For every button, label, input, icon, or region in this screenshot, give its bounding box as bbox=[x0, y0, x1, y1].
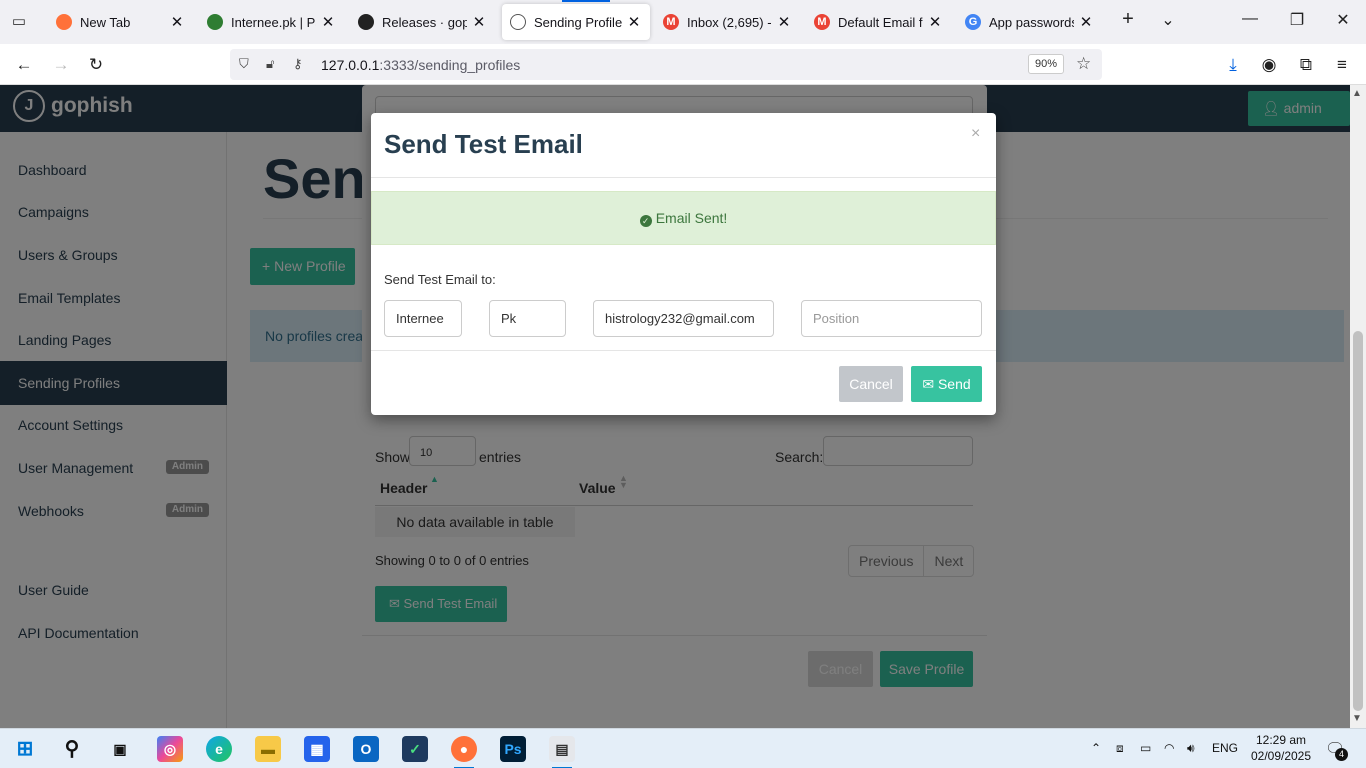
page-scrollbar[interactable]: ▲ ▼ bbox=[1350, 85, 1366, 728]
store-icon[interactable]: ▦ bbox=[304, 736, 330, 762]
gophish-icon bbox=[510, 14, 526, 30]
downloads-icon[interactable]: ⤓ bbox=[1222, 54, 1244, 76]
new-tab-plus-icon[interactable]: + bbox=[1116, 8, 1140, 31]
windows-start-icon[interactable]: ⊞ bbox=[12, 736, 38, 762]
back-arrow-icon[interactable]: ← bbox=[13, 54, 35, 76]
account-icon[interactable]: ◉ bbox=[1258, 54, 1280, 76]
app-window-icon[interactable]: ▤ bbox=[549, 736, 575, 768]
gmail-icon: M bbox=[814, 14, 830, 30]
battery-icon[interactable]: ▭ bbox=[1140, 741, 1151, 755]
tab-label: Inbox (2,695) - am bbox=[687, 14, 772, 30]
security-app-icon[interactable]: ✓ bbox=[402, 736, 428, 762]
success-alert: ✓ Email Sent! bbox=[371, 191, 996, 245]
address-bar[interactable]: ⛉ 🔓︎ ⚷ 127.0.0.1:3333/sending_profiles 9… bbox=[230, 49, 1102, 80]
close-icon[interactable]: × bbox=[971, 125, 980, 143]
dialog-footer-rule bbox=[371, 350, 996, 351]
clock-date[interactable]: 02/09/2025 bbox=[1248, 749, 1314, 763]
scroll-down-icon[interactable]: ▼ bbox=[1352, 713, 1362, 724]
first-name-input[interactable]: Internee bbox=[384, 300, 462, 337]
firefox-icon[interactable]: ● bbox=[451, 736, 477, 768]
position-input[interactable]: Position bbox=[801, 300, 982, 337]
envelope-icon: ✉ bbox=[922, 376, 938, 392]
internee-icon bbox=[207, 14, 223, 30]
search-icon[interactable]: ⚲ bbox=[59, 736, 85, 762]
notification-count: 4 bbox=[1335, 748, 1348, 761]
tab-default-email[interactable]: M Default Email fron ✕ bbox=[806, 4, 951, 40]
send-button[interactable]: ✉ Send bbox=[911, 366, 982, 402]
url-host: 127.0.0.1 bbox=[321, 57, 380, 73]
chevron-down-icon[interactable]: ⌄ bbox=[1156, 10, 1180, 30]
zoom-level-badge[interactable]: 90% bbox=[1028, 54, 1065, 74]
lock-icon[interactable]: 🔓︎ bbox=[266, 56, 274, 72]
wifi-icon[interactable]: ◠ bbox=[1164, 741, 1174, 755]
display-icon[interactable]: ⧈ bbox=[1116, 741, 1124, 756]
email-input[interactable]: histrology232@gmail.com bbox=[593, 300, 774, 337]
close-icon[interactable]: ✕ bbox=[776, 13, 792, 31]
close-icon[interactable]: ✕ bbox=[471, 13, 487, 31]
dialog-header-rule bbox=[371, 177, 996, 178]
forward-arrow-icon[interactable]: → bbox=[50, 54, 72, 76]
recipient-label: Send Test Email to: bbox=[384, 272, 496, 287]
tab-internee[interactable]: Internee.pk | Pakis ✕ bbox=[199, 4, 344, 40]
restore-icon[interactable]: ❐ bbox=[1285, 10, 1309, 30]
minimize-icon[interactable]: — bbox=[1238, 10, 1262, 28]
gophish-page: J gophish 👤︎ admin Dashboard Campaigns U… bbox=[0, 85, 1350, 728]
browser-tab-bar: ▭ New Tab ✕ Internee.pk | Pakis ✕ Releas… bbox=[0, 0, 1366, 44]
tab-sending-profiles[interactable]: Sending Profiles - ✕ bbox=[502, 0, 650, 40]
key-icon[interactable]: ⚷ bbox=[293, 56, 303, 72]
github-icon bbox=[358, 14, 374, 30]
tab-label: New Tab bbox=[80, 14, 131, 30]
close-icon[interactable]: ✕ bbox=[927, 13, 943, 31]
copilot-icon[interactable]: ◎ bbox=[157, 736, 183, 762]
tab-label: Internee.pk | Pakis bbox=[231, 14, 316, 30]
tab-list-icon[interactable]: ▭ bbox=[8, 11, 30, 33]
menu-hamburger-icon[interactable]: ≡ bbox=[1331, 54, 1353, 76]
scroll-up-icon[interactable]: ▲ bbox=[1352, 88, 1362, 99]
button-label: Send bbox=[937, 376, 971, 392]
file-explorer-icon[interactable]: ▬ bbox=[255, 736, 281, 762]
edge-icon[interactable]: e bbox=[206, 736, 232, 762]
shield-icon[interactable]: ⛉ bbox=[239, 56, 249, 72]
language-indicator[interactable]: ENG bbox=[1212, 741, 1238, 755]
window-close-icon[interactable]: ✕ bbox=[1331, 10, 1355, 30]
check-circle-icon: ✓ bbox=[639, 215, 652, 227]
url-text[interactable]: 127.0.0.1:3333/sending_profiles bbox=[321, 57, 520, 73]
tab-gmail-inbox[interactable]: M Inbox (2,695) - am ✕ bbox=[655, 4, 800, 40]
chevron-up-icon[interactable]: ⌃ bbox=[1091, 741, 1101, 755]
extensions-icon[interactable]: ⧉ bbox=[1295, 54, 1317, 76]
scroll-thumb[interactable] bbox=[1353, 331, 1363, 711]
google-icon: G bbox=[965, 14, 981, 30]
dialog-title: Send Test Email bbox=[384, 129, 583, 159]
tab-new-tab[interactable]: New Tab ✕ bbox=[48, 4, 193, 40]
tab-github-releases[interactable]: Releases · gophish ✕ bbox=[350, 4, 495, 40]
close-icon[interactable]: ✕ bbox=[169, 13, 185, 31]
last-name-input[interactable]: Pk bbox=[489, 300, 566, 337]
windows-taskbar: ⊞ ⚲ ▣ ◎ e ▬ ▦ O ✓ ● Ps ▤ ⌃ ⧈ ▭ ◠ 🔊︎ ENG … bbox=[0, 728, 1366, 768]
outlook-icon[interactable]: O bbox=[353, 736, 379, 762]
photoshop-icon[interactable]: Ps bbox=[500, 736, 526, 762]
bookmark-star-icon[interactable]: ☆ bbox=[1076, 54, 1091, 74]
reload-icon[interactable]: ↻ bbox=[85, 54, 107, 76]
browser-nav-bar: ← → ↻ ⛉ 🔓︎ ⚷ 127.0.0.1:3333/sending_prof… bbox=[0, 44, 1366, 85]
url-path: :3333/sending_profiles bbox=[379, 57, 521, 73]
close-icon[interactable]: ✕ bbox=[626, 13, 642, 31]
task-view-icon[interactable]: ▣ bbox=[107, 736, 133, 762]
volume-icon[interactable]: 🔊︎ bbox=[1187, 741, 1195, 756]
clock-time[interactable]: 12:29 am bbox=[1248, 733, 1314, 747]
tab-label: Releases · gophish bbox=[382, 14, 467, 30]
firefox-icon bbox=[56, 14, 72, 30]
send-test-email-dialog: Send Test Email × ✓ Email Sent! Send Test… bbox=[371, 113, 996, 415]
tab-label: Sending Profiles - bbox=[534, 14, 622, 30]
cancel-button[interactable]: Cancel bbox=[839, 366, 903, 402]
close-icon[interactable]: ✕ bbox=[1078, 13, 1094, 31]
tab-label: App passwords bbox=[989, 14, 1074, 30]
tab-label: Default Email fron bbox=[838, 14, 923, 30]
close-icon[interactable]: ✕ bbox=[320, 13, 336, 31]
tab-app-passwords[interactable]: G App passwords ✕ bbox=[957, 4, 1102, 40]
alert-text: Email Sent! bbox=[655, 210, 728, 226]
gmail-icon: M bbox=[663, 14, 679, 30]
